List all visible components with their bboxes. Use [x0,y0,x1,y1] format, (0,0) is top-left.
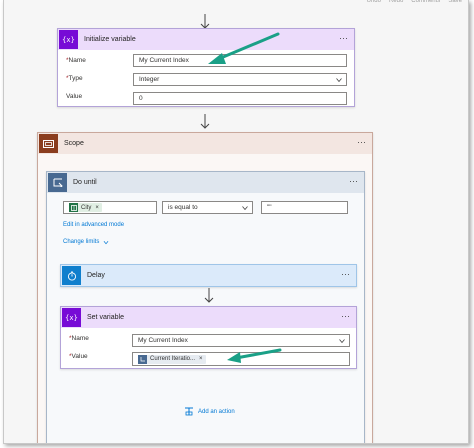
designer-toolbar: Undo Redo Comments Save [367,0,462,8]
card-title: Initialize variable [84,36,136,43]
value-row: *Value [69,353,88,360]
variable-icon: {x} [62,308,81,327]
edit-advanced-mode-link[interactable]: Edit in advanced mode [63,222,124,228]
excel-icon [69,203,78,212]
condition-right-input[interactable]: "" [261,201,348,214]
ellipsis-icon[interactable]: ··· [349,177,358,186]
green-arrow-icon [208,32,280,64]
add-action-icon [185,407,193,416]
type-row: *Type [66,75,83,82]
scope-icon [39,134,58,153]
value-row: Value [66,93,82,100]
ellipsis-icon[interactable]: ··· [339,34,348,43]
do-until-header[interactable]: Do until ··· [47,172,364,193]
dynamic-content-token[interactable]: Current Iteratio... × [138,354,206,364]
arrow-down-icon [204,288,214,303]
do-until-container: Do until ··· City × is equal to "" Edit … [46,171,365,443]
arrow-down-icon [200,114,210,129]
value-label: Value [71,353,88,360]
name-row: *Name [69,335,89,342]
remove-token-icon[interactable]: × [199,356,203,362]
redo-button[interactable]: Redo [389,0,403,8]
variable-value-input[interactable]: 0 [133,92,347,105]
add-action-label: Add an action [198,408,235,415]
chevron-down-icon [336,78,342,83]
card-title: Set variable [87,314,124,321]
timer-icon [62,266,81,285]
name-row: *Name [66,57,86,64]
delay-card[interactable]: Delay ··· [60,264,357,287]
chevron-down-icon [104,240,109,244]
condition-operator-select[interactable]: is equal to [162,201,253,214]
dynamic-content-token[interactable]: City × [69,203,102,212]
set-variable-card: {x} Set variable ··· *Name My Current In… [60,306,357,369]
variable-type-select[interactable]: Integer [133,73,347,86]
comments-button[interactable]: Comments [411,0,440,8]
variable-icon: {x} [59,30,78,49]
card-title: Scope [64,140,84,147]
chevron-down-icon [242,206,248,211]
name-label: Name [71,335,89,342]
name-label: Name [68,57,86,64]
set-variable-header[interactable]: {x} Set variable ··· [61,307,356,328]
ellipsis-icon[interactable]: ··· [357,138,366,147]
loop-icon [48,173,67,192]
ellipsis-icon[interactable]: ··· [341,270,350,279]
scope-header[interactable]: Scope ··· [38,133,372,154]
add-action-button[interactable]: Add an action [184,407,235,416]
card-title: Do until [73,179,97,186]
undo-button[interactable]: Undo [367,0,381,8]
type-label: Type [68,75,83,82]
remove-token-icon[interactable]: × [95,205,99,211]
chevron-down-icon [339,339,345,344]
flow-designer-canvas: Undo Redo Comments Save {x} Initialize v… [3,0,469,444]
change-limits-label: Change limits [63,239,100,245]
ellipsis-icon[interactable]: ··· [341,312,350,321]
card-title: Delay [87,272,105,279]
value-label: Value [66,93,83,100]
delay-header[interactable]: Delay ··· [61,265,356,286]
loop-icon [138,354,147,364]
green-arrow-icon [227,348,282,363]
condition-left-input[interactable]: City × [63,201,157,214]
save-button[interactable]: Save [448,0,462,8]
change-limits-link[interactable]: Change limits [63,239,109,245]
